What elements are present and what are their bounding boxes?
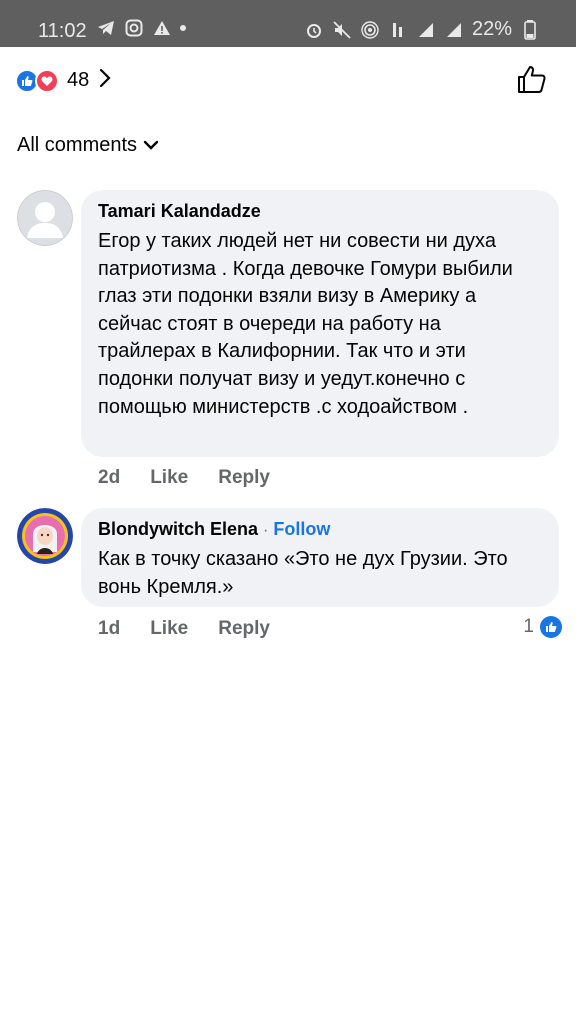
separator-dot: ·	[263, 522, 269, 539]
comment-like-count: 1	[523, 616, 534, 637]
battery-percent: 22%	[471, 18, 512, 40]
chevron-right-icon[interactable]	[99, 68, 111, 93]
signal-icon	[416, 20, 436, 40]
avatar[interactable]	[17, 508, 73, 564]
sort-label: All comments	[17, 134, 138, 156]
4g-icon	[388, 20, 408, 40]
comment-actions: 2d Like Reply	[98, 467, 270, 489]
comment-text: Егор у таких людей нет ни совести ни дух…	[98, 230, 513, 418]
comment-age[interactable]: 1d	[98, 618, 120, 640]
reactions-bar: 48	[0, 60, 576, 102]
comment-age[interactable]: 2d	[98, 467, 120, 489]
mute-icon	[332, 20, 352, 40]
notification-dot-icon	[180, 25, 186, 31]
status-time: 11:02	[38, 20, 87, 42]
telegram-icon	[96, 18, 116, 38]
alarm-icon	[304, 20, 324, 40]
like-button[interactable]: Like	[150, 467, 188, 489]
reaction-count: 48	[67, 69, 90, 91]
follow-button[interactable]: Follow	[273, 519, 330, 539]
instagram-icon	[124, 18, 144, 38]
comment-bubble: Blondywitch Elena · Follow Как в точку ска…	[81, 508, 559, 607]
comment-author[interactable]: Tamari Kalandadze	[98, 201, 543, 222]
like-post-button[interactable]	[516, 64, 548, 96]
chevron-down-icon	[143, 134, 159, 157]
like-button[interactable]: Like	[150, 618, 188, 640]
reactions-summary[interactable]: 48	[15, 68, 111, 93]
reply-button[interactable]: Reply	[218, 467, 270, 489]
avatar[interactable]	[17, 190, 73, 246]
hotspot-icon	[360, 20, 380, 40]
warning-icon	[152, 18, 172, 38]
comment-bubble: Tamari Kalandadze Егор у таких людей нет…	[81, 190, 559, 457]
battery-icon	[520, 19, 540, 40]
comment-text: Как в точку сказано «Это не дух Грузии. …	[98, 548, 508, 598]
like-reaction-icon	[540, 616, 562, 638]
comment-sort-dropdown[interactable]: All comments	[17, 134, 159, 157]
love-reaction-icon	[35, 68, 59, 93]
comment-reactions[interactable]: 1	[523, 616, 562, 638]
signal-icon-2	[444, 20, 464, 40]
comment-actions: 1d Like Reply	[98, 618, 270, 640]
thumbs-up-icon	[518, 66, 546, 93]
comment: Tamari Kalandadze Егор у таких людей нет…	[17, 190, 562, 490]
comment-author[interactable]: Blondywitch Elena	[98, 519, 258, 539]
reply-button[interactable]: Reply	[218, 618, 270, 640]
comment: Blondywitch Elena · Follow Как в точку ска…	[17, 508, 562, 648]
status-bar: 11:02 22%	[0, 0, 576, 47]
